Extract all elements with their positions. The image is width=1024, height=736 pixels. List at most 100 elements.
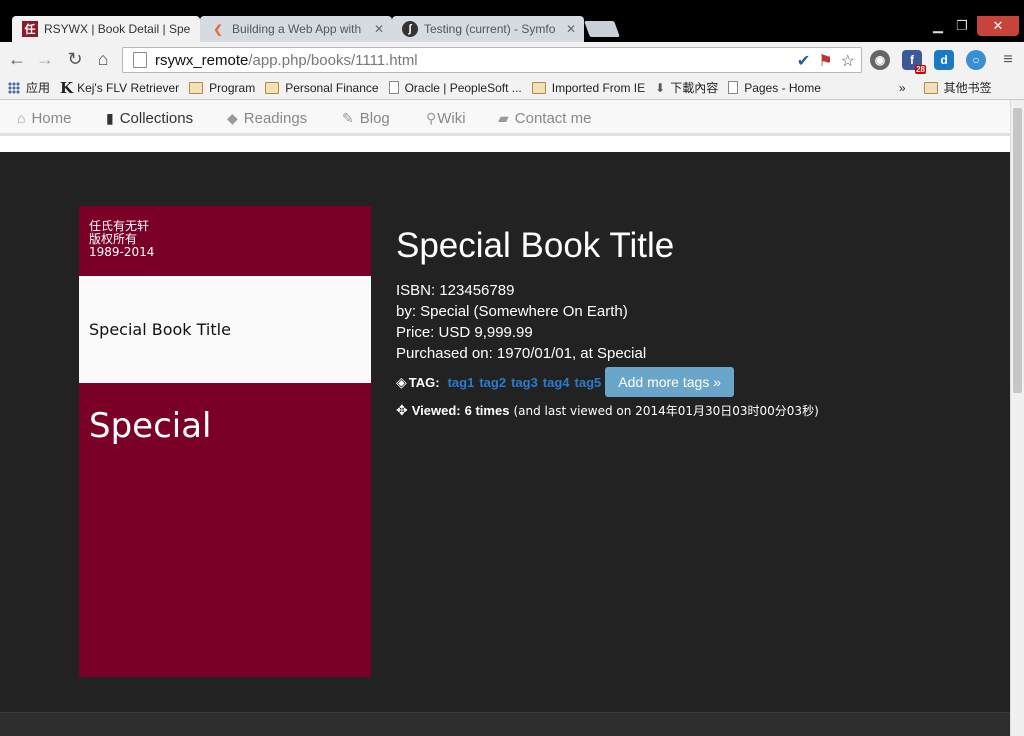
bookmark-label: 应用	[26, 81, 51, 95]
cover-copyright-line: 1989-2014	[89, 245, 155, 259]
view-count-row: ✥ Viewed: 6 times (and last viewed on 20…	[396, 402, 819, 419]
close-tab-icon[interactable]: ✕	[374, 22, 384, 36]
folder-icon	[189, 81, 204, 94]
browser-toolbar: ← → ↻ ⌂ rsywx_remote/app.php/books/1111.…	[0, 42, 1024, 76]
bookmark-pages-home[interactable]: Pages - Home	[728, 81, 821, 95]
globe-extension-icon[interactable]: ◉	[870, 50, 890, 70]
bookmark-label: 其他书签	[943, 81, 992, 95]
page-footer-band	[0, 712, 1010, 736]
viewed-label: Viewed:	[411, 403, 461, 418]
url-text[interactable]: rsywx_remote/app.php/books/1111.html	[155, 52, 418, 69]
nav-label: Wiki	[437, 109, 466, 127]
nav-collections[interactable]: ▮ Collections	[90, 100, 212, 139]
scrollbar-thumb[interactable]	[1013, 108, 1022, 393]
add-more-tags-button[interactable]: Add more tags »	[605, 367, 734, 397]
tag-link[interactable]: tag4	[543, 375, 570, 390]
nav-readings[interactable]: ◆ Readings	[227, 100, 307, 136]
bookmark-imported-ie[interactable]: Imported From IE	[531, 80, 646, 95]
facebook-extension-icon[interactable]: f 28	[902, 50, 926, 74]
menu-icon[interactable]: ≡	[998, 50, 1018, 70]
forward-icon[interactable]: →	[34, 48, 56, 70]
bookmark-label: Program	[209, 80, 256, 95]
minimize-button[interactable]: ▁	[925, 16, 951, 36]
viewed-count: 6 times	[464, 403, 510, 418]
url-host: rsywx_remote	[155, 51, 249, 69]
viewed-note: (and last viewed on 2014年01月30日03时00分03秒…	[513, 404, 819, 418]
check-icon[interactable]: ✔	[797, 51, 810, 71]
bookmark-star-icon[interactable]: ☆	[841, 51, 855, 71]
tag-row: ◈ TAG: tag1 tag2 tag3 tag4 tag5 Add more…	[396, 366, 819, 398]
tags-icon: ◆	[227, 109, 238, 126]
bookmark-label: 下載內容	[670, 81, 719, 95]
tag-label: TAG:	[408, 374, 440, 390]
book-info: Special Book Title ISBN: 123456789 by: S…	[396, 226, 819, 419]
bookmark-program[interactable]: Program	[189, 81, 255, 95]
translate-icon[interactable]: ⚑	[818, 51, 832, 71]
nav-blog[interactable]: ✎ Blog	[342, 100, 390, 136]
pencil-icon: ✎	[342, 109, 354, 126]
back-icon[interactable]: ←	[6, 48, 28, 70]
bookmark-other[interactable]: 其他书签	[923, 79, 992, 96]
bookmark-oracle[interactable]: Oracle | PeopleSoft ...	[388, 81, 522, 95]
book-isbn: ISBN: 123456789	[396, 282, 515, 299]
bookmark-label: Pages - Home	[744, 80, 821, 95]
circle-extension-icon[interactable]: ○	[966, 50, 986, 70]
comment-icon: ▰	[498, 109, 509, 126]
tab-label: Testing (current) - Symfo	[424, 22, 556, 36]
tags-icon: ◈	[396, 373, 407, 390]
nav-wiki[interactable]: ⚲ Wiki	[426, 100, 466, 136]
book-cover: 任氏有无轩 版权所有 1989-2014 Special Book Title …	[79, 206, 371, 677]
tag-link[interactable]: tag5	[575, 375, 602, 390]
site-navbar: ⌂ Home ▮ Collections ◆ Readings ✎ Blog ⚲ Wiki…	[0, 100, 1010, 139]
extension-badge: 28	[915, 65, 926, 74]
tab-building-web-app[interactable]: ❮ Building a Web App with ✕	[200, 16, 392, 42]
sitepoint-favicon-icon: ❮	[213, 23, 223, 36]
reload-icon[interactable]: ↻	[64, 48, 86, 70]
bookmark-label: »	[898, 80, 906, 95]
window-close-button[interactable]: ✕	[977, 16, 1019, 36]
maximize-button[interactable]: ❐	[951, 16, 973, 36]
home-icon: ⌂	[17, 110, 26, 126]
page-scrollbar[interactable]	[1010, 100, 1024, 736]
folder-icon	[531, 81, 546, 94]
nav-label: Blog	[359, 109, 390, 127]
bookmark-label: Imported From IE	[551, 80, 646, 95]
book-purchase-info: Purchased on: 1970/01/01, at Special	[396, 345, 647, 362]
book-detail-section: 任氏有无轩 版权所有 1989-2014 Special Book Title …	[0, 152, 1010, 712]
book-price: Price: USD 9,999.99	[396, 324, 533, 341]
home-icon[interactable]: ⌂	[92, 48, 114, 70]
tag-link[interactable]: tag3	[511, 375, 538, 390]
cover-author: Special	[89, 406, 212, 446]
download-arrow-icon: ⬇	[655, 80, 666, 95]
cover-copyright: 任氏有无轩 版权所有 1989-2014	[89, 220, 154, 259]
nav-contact[interactable]: ▰ Contact me	[498, 100, 591, 136]
bookmark-apps[interactable]: 应用	[8, 79, 50, 96]
move-arrows-icon: ✥	[396, 402, 408, 418]
site-favicon-icon: 任	[22, 21, 38, 37]
tab-symfony-testing[interactable]: ʃ Testing (current) - Symfo ✕	[392, 16, 584, 42]
nav-label: Readings	[243, 109, 308, 127]
nav-label: Home	[31, 109, 72, 127]
bookmark-overflow-chevron[interactable]: »	[899, 81, 906, 95]
tab-label: Building a Web App with	[232, 22, 362, 36]
k-icon: K	[60, 78, 74, 97]
tab-book-detail[interactable]: 任 RSYWX | Book Detail | Spe	[12, 16, 200, 42]
folder-icon	[265, 81, 280, 94]
page-icon	[133, 52, 147, 68]
url-path: /app.php/books/1111.html	[248, 51, 418, 69]
bookmark-label: Kej's FLV Retriever	[77, 80, 180, 95]
tag-link[interactable]: tag1	[448, 375, 475, 390]
close-tab-icon[interactable]: ✕	[566, 22, 576, 36]
cover-title-band: Special Book Title	[79, 276, 371, 383]
new-tab-button[interactable]	[584, 21, 620, 37]
bookmark-downloads[interactable]: ⬇ 下載內容	[655, 79, 718, 96]
d-extension-icon[interactable]: d	[934, 50, 954, 70]
apps-grid-icon	[8, 81, 20, 94]
nav-home[interactable]: ⌂ Home	[17, 100, 71, 136]
address-bar[interactable]: rsywx_remote/app.php/books/1111.html ✔ ⚑…	[122, 47, 862, 73]
bookmark-flv-retriever[interactable]: K Kej's FLV Retriever	[60, 79, 179, 97]
book-title: Special Book Title	[396, 226, 675, 265]
book-author: by: Special (Somewhere On Earth)	[396, 303, 628, 320]
bookmark-personal-finance[interactable]: Personal Finance	[265, 81, 379, 95]
tag-link[interactable]: tag2	[479, 375, 506, 390]
